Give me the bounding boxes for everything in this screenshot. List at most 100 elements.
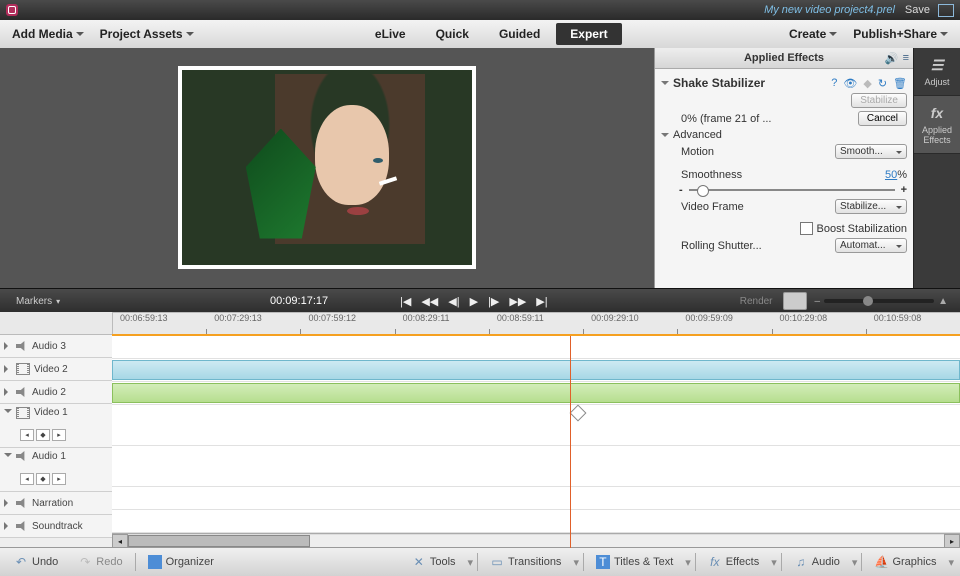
keyframe-icon[interactable]: ◆ <box>863 77 871 90</box>
chevron-down-icon[interactable]: ▾ <box>573 556 579 569</box>
goto-start-icon[interactable]: |◀ <box>400 295 411 308</box>
track-header-audio1[interactable]: Audio 1◂◆▸ <box>0 448 112 492</box>
rail-adjust[interactable]: ☰Adjust <box>914 48 960 96</box>
help-icon[interactable]: ? <box>831 77 837 90</box>
clip-video2[interactable] <box>112 360 960 380</box>
redo-button[interactable]: ↷Redo <box>70 555 130 569</box>
lane-narration <box>112 487 960 510</box>
speaker-icon[interactable] <box>16 521 28 531</box>
track-header-audio2[interactable]: Audio 2 <box>0 381 112 404</box>
organizer-button[interactable]: Organizer <box>140 555 222 569</box>
mode-elive[interactable]: eLive <box>361 23 420 45</box>
zoom-in-icon[interactable]: ▲ <box>938 296 948 307</box>
speaker-icon[interactable] <box>16 341 28 351</box>
track-header-video1[interactable]: Video 1◂◆▸ <box>0 404 112 448</box>
chevron-down-icon[interactable]: ▾ <box>685 556 691 569</box>
lane-video1 <box>112 405 960 446</box>
keyframe-marker[interactable] <box>570 405 587 422</box>
goto-end-icon[interactable]: ▶| <box>536 295 547 308</box>
publish-menu[interactable]: Publish+Share <box>845 27 956 41</box>
reset-icon[interactable]: ↻ <box>878 77 887 90</box>
timeline-scrollbar[interactable]: ◂ ▸ <box>112 533 960 548</box>
speaker-icon[interactable] <box>16 498 28 508</box>
panel-audio-icon[interactable]: 🔊 <box>885 52 899 65</box>
boost-label: Boost Stabilization <box>817 223 908 235</box>
step-fwd-icon[interactable]: |▶ <box>488 295 499 308</box>
markers-menu[interactable]: Markers▾ <box>8 296 68 307</box>
motion-select[interactable]: Smooth... <box>835 144 907 159</box>
fullscreen-icon[interactable] <box>938 4 954 17</box>
timecode[interactable]: 00:09:17:17 <box>270 295 328 307</box>
track-header-audio3[interactable]: Audio 3 <box>0 335 112 358</box>
graphics-button[interactable]: ⛵Graphics <box>866 555 944 569</box>
smoothness-slider[interactable] <box>689 189 895 191</box>
timeline-area[interactable] <box>112 334 960 548</box>
chevron-down-icon[interactable]: ▾ <box>771 556 777 569</box>
advanced-disclosure[interactable] <box>661 133 669 141</box>
trash-icon[interactable]: 🗑 <box>893 77 907 90</box>
render-label: Render <box>740 296 773 307</box>
preview-monitor[interactable] <box>0 48 654 288</box>
track-prev-kf[interactable]: ◂ <box>20 473 34 485</box>
mode-guided[interactable]: Guided <box>485 23 554 45</box>
film-icon[interactable] <box>16 407 30 419</box>
time-ruler[interactable]: 00:06:59:13 00:07:29:13 00:07:59:12 00:0… <box>112 312 960 336</box>
chevron-down-icon[interactable]: ▾ <box>852 556 858 569</box>
zoom-slider[interactable] <box>824 299 934 303</box>
eye-icon[interactable]: 👁 <box>843 77 857 90</box>
lane-audio3 <box>112 336 960 359</box>
track-next-kf[interactable]: ▸ <box>52 429 66 441</box>
mode-expert[interactable]: Expert <box>556 23 621 45</box>
track-next-kf[interactable]: ▸ <box>52 473 66 485</box>
audio-button[interactable]: ♫Audio <box>786 555 848 569</box>
chevron-down-icon[interactable]: ▾ <box>948 556 954 569</box>
play-icon[interactable]: ▶ <box>470 295 478 308</box>
zoom-out-icon[interactable]: – <box>815 296 821 307</box>
clip-audio2[interactable] <box>112 383 960 403</box>
scroll-left-icon[interactable]: ◂ <box>112 534 128 548</box>
boost-checkbox[interactable] <box>800 222 813 235</box>
prev-edit-icon[interactable]: ◀◀ <box>421 295 438 308</box>
track-header-soundtrack[interactable]: Soundtrack <box>0 515 112 538</box>
chevron-down-icon[interactable]: ▾ <box>468 556 474 569</box>
create-menu[interactable]: Create <box>781 27 845 41</box>
track-prev-kf[interactable]: ◂ <box>20 429 34 441</box>
playhead[interactable] <box>570 336 571 548</box>
applied-effects-panel: Applied Effects 🔊≡ Shake Stabilizer ? 👁 … <box>654 48 913 288</box>
smoothness-value[interactable]: 50 <box>885 169 897 181</box>
scroll-thumb[interactable] <box>128 535 310 547</box>
scroll-right-icon[interactable]: ▸ <box>944 534 960 548</box>
rolling-select[interactable]: Automat... <box>835 238 907 253</box>
fx-icon: fx <box>928 104 946 122</box>
project-assets-menu[interactable]: Project Assets <box>92 27 202 41</box>
add-media-menu[interactable]: Add Media <box>4 27 92 41</box>
lane-audio2 <box>112 382 960 405</box>
undo-button[interactable]: ↶Undo <box>6 555 66 569</box>
videoframe-select[interactable]: Stabilize... <box>835 199 907 214</box>
transitions-button[interactable]: ▭Transitions <box>482 555 569 569</box>
mode-quick[interactable]: Quick <box>422 23 483 45</box>
speaker-icon[interactable] <box>16 451 28 461</box>
track-header-video2[interactable]: Video 2 <box>0 358 112 381</box>
film-icon[interactable] <box>16 363 30 375</box>
redo-icon: ↷ <box>78 555 92 569</box>
speaker-icon[interactable] <box>16 387 28 397</box>
cancel-button[interactable]: Cancel <box>858 111 907 126</box>
panel-menu-icon[interactable]: ≡ <box>903 52 909 65</box>
lane-audio1 <box>112 446 960 487</box>
music-icon: ♫ <box>794 555 808 569</box>
motion-label: Motion <box>661 146 771 158</box>
save-button[interactable]: Save <box>905 4 930 16</box>
step-back-icon[interactable]: ◀| <box>448 295 459 308</box>
effects-button[interactable]: fxEffects <box>700 555 767 569</box>
next-edit-icon[interactable]: ▶▶ <box>509 295 526 308</box>
project-title: My new video project4.prel <box>764 4 895 16</box>
effect-disclosure[interactable] <box>661 81 669 89</box>
tools-button[interactable]: ✕Tools <box>404 555 464 569</box>
track-add-kf[interactable]: ◆ <box>36 429 50 441</box>
track-add-kf[interactable]: ◆ <box>36 473 50 485</box>
rail-applied-effects[interactable]: fxApplied Effects <box>914 96 960 154</box>
track-header-narration[interactable]: Narration <box>0 492 112 515</box>
render-button[interactable] <box>783 292 807 310</box>
titles-button[interactable]: TTitles & Text <box>588 555 681 569</box>
